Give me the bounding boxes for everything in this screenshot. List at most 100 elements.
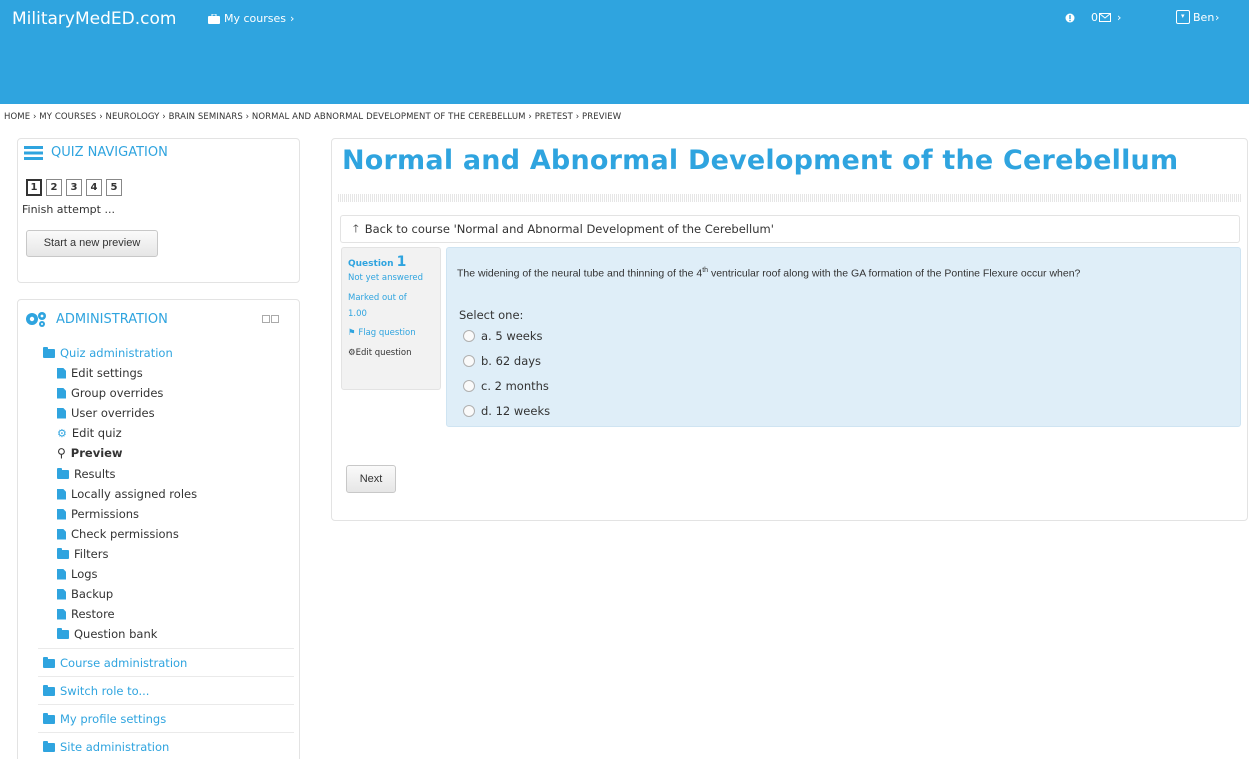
admin-item-backup[interactable]: Backup [57,587,113,601]
admin-item-label: Group overrides [71,386,164,400]
arrow-up-icon: 🡑 [353,221,359,235]
doc-icon [57,608,66,620]
admin-item-preview[interactable]: ⚲ Preview [57,446,123,460]
site-administration-node[interactable]: Site administration [43,740,169,754]
answer-label: b. 62 days [481,354,542,368]
finish-attempt-link[interactable]: Finish attempt ... [22,203,115,216]
answer-option-c[interactable]: c. 2 months [463,379,549,393]
admin-item-edit-quiz[interactable]: ⚙ Edit quiz [57,426,122,440]
gear-icon: ⚙ [57,426,67,440]
user-name[interactable]: Ben [1193,11,1214,24]
administration-header[interactable]: ADMINISTRATION [24,310,168,328]
question-nav-button[interactable]: 1 [26,179,42,196]
gears-icon [26,312,46,327]
question-marks: 1.00 [348,309,367,319]
breadcrumb[interactable]: HOME › MY COURSES › NEUROLOGY › BRAIN SE… [4,112,621,122]
chevron-right-icon: › [1215,11,1220,24]
collapse-icon[interactable] [271,315,279,323]
admin-item-label: Edit quiz [71,426,122,440]
admin-item-locally-assigned-roles[interactable]: Locally assigned roles [57,487,197,501]
start-new-preview-button[interactable]: Start a new preview [26,230,158,257]
flag-question-link[interactable]: ⚑ Flag question [348,328,434,338]
admin-item-label: Permissions [71,507,140,521]
radio-button[interactable] [463,380,475,392]
divider [38,648,294,649]
question-text-part: ventricular roof along with the GA forma… [708,267,1081,280]
admin-item-label: Logs [71,567,98,581]
hamburger-icon [24,145,43,160]
info-icon[interactable] [1065,13,1075,23]
admin-item-label: Preview [70,446,123,460]
quiz-administration-node[interactable]: Quiz administration [43,346,173,360]
admin-item-filters[interactable]: Filters [57,547,108,561]
admin-item-label: User overrides [71,406,155,420]
administration-title: ADMINISTRATION [56,311,168,327]
envelope-icon[interactable] [1099,13,1111,22]
edit-question-label: Edit question [355,348,412,358]
folder-icon [57,547,69,559]
divider [38,676,294,677]
radio-button[interactable] [463,355,475,367]
admin-item-label: Edit settings [71,366,143,380]
back-to-course-link[interactable]: 🡑 Back to course 'Normal and Abnormal De… [340,215,1240,243]
radio-button[interactable] [463,330,475,342]
dropdown-icon: ▾ [1181,12,1185,20]
course-administration-node[interactable]: Course administration [43,656,187,670]
doc-icon [57,508,66,520]
admin-item-permissions[interactable]: Permissions [57,507,139,521]
radio-button[interactable] [463,405,475,417]
gear-icon: ⚙ [348,348,356,358]
answer-option-b[interactable]: b. 62 days [463,354,541,368]
folder-icon [43,656,55,668]
chevron-right-icon: › [1117,11,1122,24]
answer-option-d[interactable]: d. 12 weeks [463,404,550,418]
divider [38,732,294,733]
admin-item-group-overrides[interactable]: Group overrides [57,386,163,400]
question-nav-button[interactable]: 4 [86,179,102,196]
doc-icon [57,568,66,580]
question-text: The widening of the neural tube and thin… [457,267,1080,280]
question-nav-button[interactable]: 3 [66,179,82,196]
doc-icon [57,588,66,600]
question-info-panel: Question 1 Not yet answered Marked out o… [341,247,441,390]
section-label: My profile settings [60,712,167,726]
admin-item-restore[interactable]: Restore [57,607,115,621]
doc-icon [57,407,66,419]
question-number-list: 1 2 3 4 5 [26,179,122,196]
question-label: Question 1 [348,254,434,270]
administration-block: ADMINISTRATION Quiz administration Edit … [17,299,300,759]
next-button[interactable]: Next [346,465,396,493]
admin-item-label: Restore [71,607,115,621]
title-underline [338,194,1241,202]
admin-item-question-bank[interactable]: Question bank [57,627,157,641]
admin-item-logs[interactable]: Logs [57,567,98,581]
admin-item-label: Locally assigned roles [71,487,198,501]
folder-icon [57,627,69,639]
answer-label: d. 12 weeks [481,404,551,418]
folder-icon [43,712,55,724]
my-courses-menu[interactable]: My courses › [208,12,294,25]
doc-icon [57,367,66,379]
admin-item-user-overrides[interactable]: User overrides [57,406,155,420]
admin-item-label: Results [74,467,116,481]
dock-icon[interactable] [262,315,270,323]
edit-question-link[interactable]: ⚙Edit question [348,348,434,358]
profile-settings-node[interactable]: My profile settings [43,712,166,726]
folder-icon [57,467,69,479]
page-title: Normal and Abnormal Development of the C… [342,145,1179,176]
admin-item-check-permissions[interactable]: Check permissions [57,527,179,541]
quiz-navigation-header[interactable]: QUIZ NAVIGATION [24,145,168,160]
answer-option-a[interactable]: a. 5 weeks [463,329,543,343]
top-navbar: MilitaryMedED.com My courses › 0 › ▾ Ben… [0,0,1249,104]
switch-role-node[interactable]: Switch role to... [43,684,149,698]
answer-label: c. 2 months [481,379,549,393]
search-icon: ⚲ [57,446,66,460]
admin-item-edit-settings[interactable]: Edit settings [57,366,143,380]
question-nav-button[interactable]: 2 [46,179,62,196]
briefcase-icon [208,13,220,24]
question-word: Question [348,259,394,269]
question-nav-button[interactable]: 5 [106,179,122,196]
site-brand[interactable]: MilitaryMedED.com [12,9,176,29]
admin-item-results[interactable]: Results [57,467,116,481]
question-text-part: The widening of the neural tube and thin… [457,267,703,280]
